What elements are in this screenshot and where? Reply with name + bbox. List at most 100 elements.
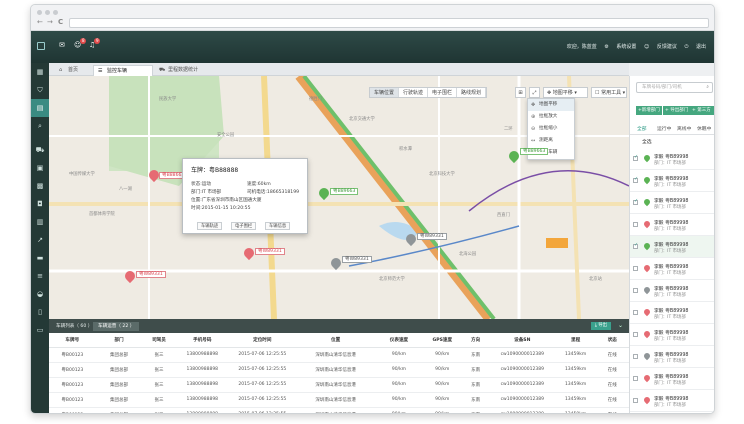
column-header[interactable]: 方向 bbox=[462, 333, 489, 348]
sidebar-item-car[interactable]: ◒ bbox=[31, 285, 49, 303]
tab-home[interactable]: ⌂ 首页 bbox=[55, 65, 91, 76]
menu-item-measure[interactable]: ↔ 测距离 bbox=[528, 135, 574, 147]
filter-all[interactable]: 全部 bbox=[637, 125, 647, 132]
table-row[interactable]: 粤B00123集团总部张三138009888982015-07-06 12:25… bbox=[49, 392, 629, 408]
vehicle-list-item[interactable]: 李毅 粤B89998部门：IT 市场部 bbox=[630, 236, 714, 258]
sidebar-item-fuel[interactable]: ◘ bbox=[31, 195, 49, 213]
vehicle-checkbox[interactable] bbox=[633, 398, 638, 403]
tool-vehicle-position[interactable]: 车辆位置 bbox=[370, 88, 400, 97]
vehicle-checkbox[interactable] bbox=[633, 154, 638, 161]
tab-vehicle-operation[interactable]: 车辆运营（ 22 ） bbox=[93, 322, 140, 331]
feedback-link[interactable]: ☺ 反馈建议 bbox=[644, 44, 677, 50]
tool-track[interactable]: 行驶轨迹 bbox=[399, 88, 429, 97]
sidebar-item-bus[interactable]: ▣ bbox=[31, 159, 49, 177]
fullscreen-icon[interactable]: ⤢ bbox=[529, 87, 540, 98]
table-row[interactable]: 粤B00123集团总部张三138009888982015-07-06 12:25… bbox=[49, 377, 629, 393]
vehicle-label[interactable]: 粤B89663 bbox=[330, 188, 359, 195]
layer-select[interactable]: ✥ 地图平移 ▾ bbox=[543, 87, 588, 98]
sidebar-item-vehicle[interactable]: ⛟ bbox=[31, 141, 49, 159]
tool-fence[interactable]: 电子围栏 bbox=[428, 88, 458, 97]
vehicle-list-item[interactable]: 李毅 粤B89998部门：IT 市场部 bbox=[630, 170, 714, 192]
popup-fence-button[interactable]: 电子围栏 bbox=[231, 222, 257, 230]
export-button[interactable]: ⤓ 导出 bbox=[590, 322, 611, 330]
column-header[interactable]: GPS速度 bbox=[422, 333, 463, 348]
export-dept-button[interactable]: + 导出部门 bbox=[663, 106, 691, 115]
filter-running[interactable]: 运行中 bbox=[657, 125, 671, 132]
vehicle-list-item[interactable]: 李毅 粤B89998部门：IT 市场部 bbox=[630, 302, 714, 324]
column-header[interactable]: 设备SN bbox=[488, 333, 556, 348]
sidebar-item-monitor[interactable]: ▤ bbox=[31, 99, 49, 117]
column-header[interactable]: 司驾员 bbox=[142, 333, 176, 348]
tool-route[interactable]: 路线规划 bbox=[457, 88, 487, 97]
vehicle-list-item[interactable]: 李毅 粤B89998部门：IT 市场部 bbox=[630, 148, 714, 170]
third-party-button[interactable]: + 第三方管理 bbox=[690, 106, 714, 122]
menu-item-zoom-out[interactable]: ⊖ 拉框缩小 bbox=[528, 123, 574, 135]
collapse-icon[interactable]: ⌄ bbox=[618, 322, 623, 329]
vehicle-checkbox[interactable] bbox=[633, 198, 638, 205]
sidebar-item-search[interactable]: ⌕ bbox=[31, 117, 49, 135]
vehicle-label[interactable]: 粤W89331 bbox=[136, 271, 166, 278]
tab-vehicle-list[interactable]: 车辆列表（ 60 ） bbox=[51, 322, 97, 331]
tab-monitor[interactable]: ☰ 监控车辆 bbox=[93, 65, 153, 76]
tab-mileage[interactable]: ⛟ 里程数据统计 bbox=[155, 65, 225, 76]
vehicle-label[interactable]: 粤W89331 bbox=[342, 256, 372, 263]
menu-item-pan[interactable]: ✥ 地图平移 bbox=[528, 99, 574, 111]
grid-icon[interactable]: ⊞ bbox=[515, 87, 526, 98]
filter-offline[interactable]: 离线中 bbox=[677, 125, 691, 132]
sidebar-item-card[interactable]: ▭ bbox=[31, 321, 49, 339]
message-icon[interactable]: ✉ bbox=[59, 41, 65, 49]
vehicle-list-item[interactable]: 李毅 粤B89998部门：IT 市场部 bbox=[630, 214, 714, 236]
select-all-label[interactable]: 全选 bbox=[642, 138, 652, 145]
sidebar-item-truck[interactable]: ▬ bbox=[31, 249, 49, 267]
menu-item-zoom-in[interactable]: ⊕ 拉框放大 bbox=[528, 111, 574, 123]
toolbox-select[interactable]: ☐ 常用工具 ▾ bbox=[591, 87, 627, 98]
popup-track-button[interactable]: 车辆轨迹 bbox=[197, 222, 223, 230]
add-dept-button[interactable]: +新增部门 bbox=[636, 106, 662, 115]
vehicle-search-input[interactable]: 车牌号码/部门/司机 ⌕ bbox=[636, 82, 713, 93]
vehicle-list-item[interactable]: 李毅 粤B89998部门：IT 市场部 bbox=[630, 390, 714, 412]
sidebar-item-list[interactable]: ≡ bbox=[31, 267, 49, 285]
sidebar-item-file[interactable]: ▩ bbox=[31, 177, 49, 195]
vehicle-checkbox[interactable] bbox=[633, 242, 638, 249]
table-row[interactable]: 粤B00123集团总部张三138009888982015-07-06 12:25… bbox=[49, 347, 629, 363]
vehicle-list-item[interactable]: 李毅 粤B89998部门：IT 市场部 bbox=[630, 258, 714, 280]
vehicle-checkbox[interactable] bbox=[633, 332, 638, 337]
sidebar-item-chart[interactable]: ↗ bbox=[31, 231, 49, 249]
sidebar-item-security[interactable]: ⛉ bbox=[31, 81, 49, 99]
vehicle-checkbox[interactable] bbox=[633, 310, 638, 315]
vehicle-list-item[interactable]: 李毅 粤B89998部门：IT 市场部 bbox=[630, 346, 714, 368]
vehicle-list-item[interactable]: 李毅 粤B89998部门：IT 市场部 bbox=[630, 280, 714, 302]
sidebar-item-map[interactable]: ▦ bbox=[31, 63, 49, 81]
vehicle-label[interactable]: 粤W89331 bbox=[417, 233, 447, 240]
map-view[interactable]: 安全公园 中国传媒大学 北京交通大学 民族大学 北京师范大学 首都体育学院 八一… bbox=[49, 76, 629, 319]
column-header[interactable]: 里程 bbox=[555, 333, 596, 348]
vehicle-checkbox[interactable] bbox=[633, 222, 638, 227]
column-header[interactable]: 定位时间 bbox=[228, 333, 296, 348]
back-icon[interactable]: ← bbox=[37, 18, 43, 26]
column-header[interactable]: 状态 bbox=[595, 333, 629, 348]
table-row[interactable]: 粤B00123集团总部张三138009888982015-07-06 12:25… bbox=[49, 362, 629, 378]
vehicle-checkbox[interactable] bbox=[633, 354, 638, 359]
column-header[interactable]: 位置 bbox=[295, 333, 376, 348]
vehicle-label[interactable]: 粤W89331 bbox=[255, 248, 285, 255]
sidebar-item-phone[interactable]: ▯ bbox=[31, 303, 49, 321]
menu-icon[interactable] bbox=[37, 42, 45, 50]
column-header[interactable]: 部门 bbox=[95, 333, 143, 348]
sidebar-item-clip[interactable]: ▥ bbox=[31, 213, 49, 231]
bell-icon[interactable]: ♫ 9 bbox=[89, 38, 101, 49]
reload-icon[interactable]: C bbox=[58, 18, 63, 26]
column-header[interactable]: 仪表速度 bbox=[375, 333, 423, 348]
vehicle-checkbox[interactable] bbox=[633, 288, 638, 293]
search-icon[interactable]: ⌕ bbox=[706, 83, 709, 93]
popup-info-button[interactable]: 车辆信息 bbox=[265, 222, 291, 230]
vehicle-list-item[interactable]: 李毅 粤B89998部门：IT 市场部 bbox=[630, 324, 714, 346]
vehicle-checkbox[interactable] bbox=[633, 176, 638, 183]
vehicle-list-item[interactable]: 李毅 粤B89998部门：IT 市场部 bbox=[630, 368, 714, 390]
table-row[interactable]: 粤B00123集团总部张三138009888982015-07-06 12:25… bbox=[49, 407, 629, 413]
vehicle-checkbox[interactable] bbox=[633, 376, 638, 381]
forward-icon[interactable]: → bbox=[47, 18, 53, 26]
column-header[interactable]: 手机号码 bbox=[175, 333, 229, 348]
column-header[interactable]: 车牌号 bbox=[49, 333, 96, 348]
user-icon[interactable]: ☺ 8 bbox=[74, 38, 87, 49]
address-bar[interactable] bbox=[69, 18, 709, 28]
